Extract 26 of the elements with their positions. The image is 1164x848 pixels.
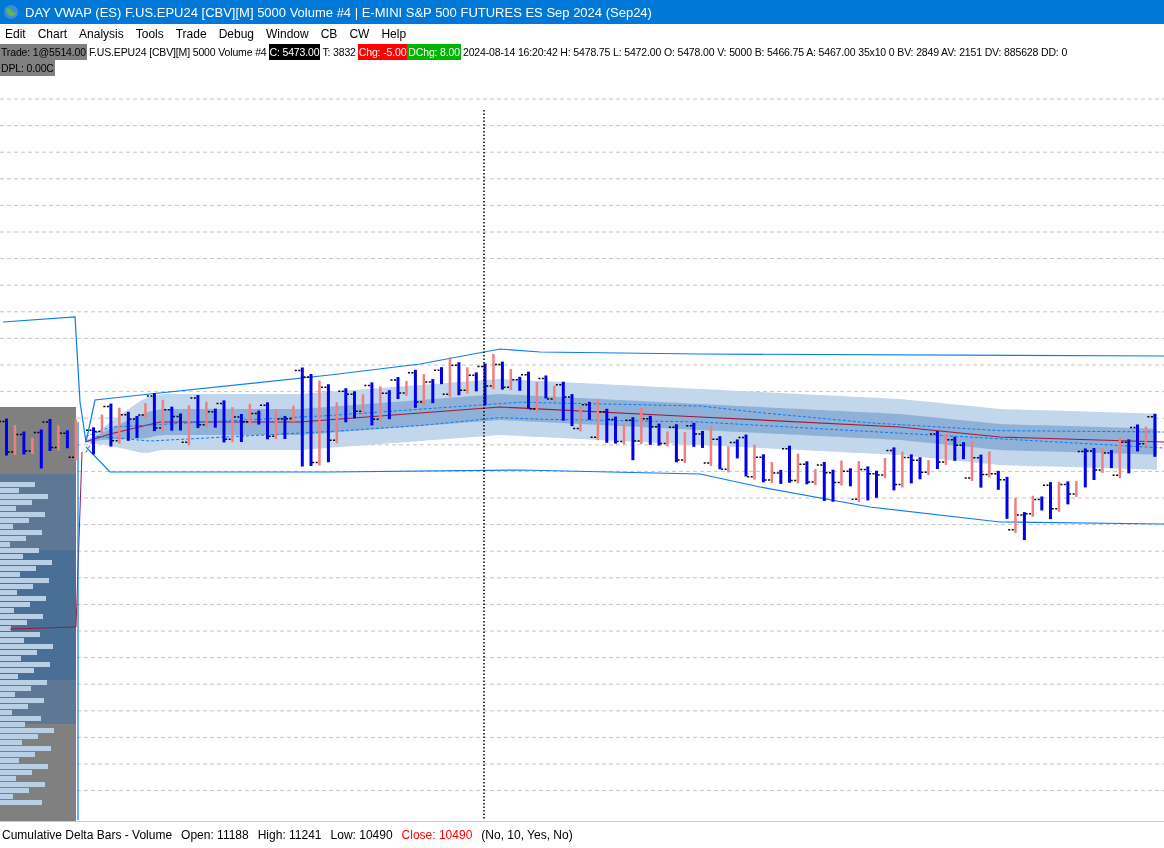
quote-field: T: 3832 [320, 44, 358, 60]
quote-field: 2024-08-14 16:20:42 H: 5478.75 L: 5472.00 O: 5478.00 V: 5000 B: 5466.75 A: 5467.00 35x10 0 BV: 2849 AV: 2151 DV: 885628 DD: 0 [460, 44, 1070, 60]
window-title: DAY VWAP (ES) F.US.EPU24 [CBV][M] 5000 Volume #4 | E-MINI S&P 500 FUTURES ES Sep 2024 (Sep24) [25, 4, 652, 20]
indicator-value: (No, 10, Yes, No) [481, 828, 573, 842]
menu-item[interactable]: Help [376, 27, 414, 41]
indicator-value: High: 11241 [257, 828, 322, 842]
menu-item[interactable]: CB [315, 27, 345, 41]
menu-item[interactable]: Debug [213, 27, 261, 41]
menu-item[interactable]: Tools [130, 27, 171, 41]
menu-item[interactable]: Analysis [74, 27, 131, 41]
menu-item[interactable]: CW [344, 27, 377, 41]
quote-field: Chg: -5.00 [357, 44, 408, 60]
indicator-value: Open: 11188 [181, 828, 249, 842]
globe-icon [3, 4, 19, 20]
menu-item[interactable]: Edit [0, 27, 33, 41]
menu-item[interactable]: Trade [170, 27, 214, 41]
quote-field: F.US.EPU24 [CBV][M] 5000 Volume #4 [86, 44, 269, 60]
indicator-value: Low: 10490 [330, 828, 393, 842]
quote-field: DChg: 8.00 [407, 44, 461, 60]
quote-field: C: 5473.00 [268, 44, 321, 60]
menu-item[interactable]: Chart [32, 27, 75, 41]
quote-field: Trade: 1@5514.00 [0, 44, 87, 60]
menu-item[interactable]: Window [261, 27, 316, 41]
indicator-value: Cumulative Delta Bars - Volume [2, 828, 173, 842]
indicator-value: Close: 10490 [401, 828, 473, 842]
quote-field: DPL: 0.00C [0, 60, 55, 76]
